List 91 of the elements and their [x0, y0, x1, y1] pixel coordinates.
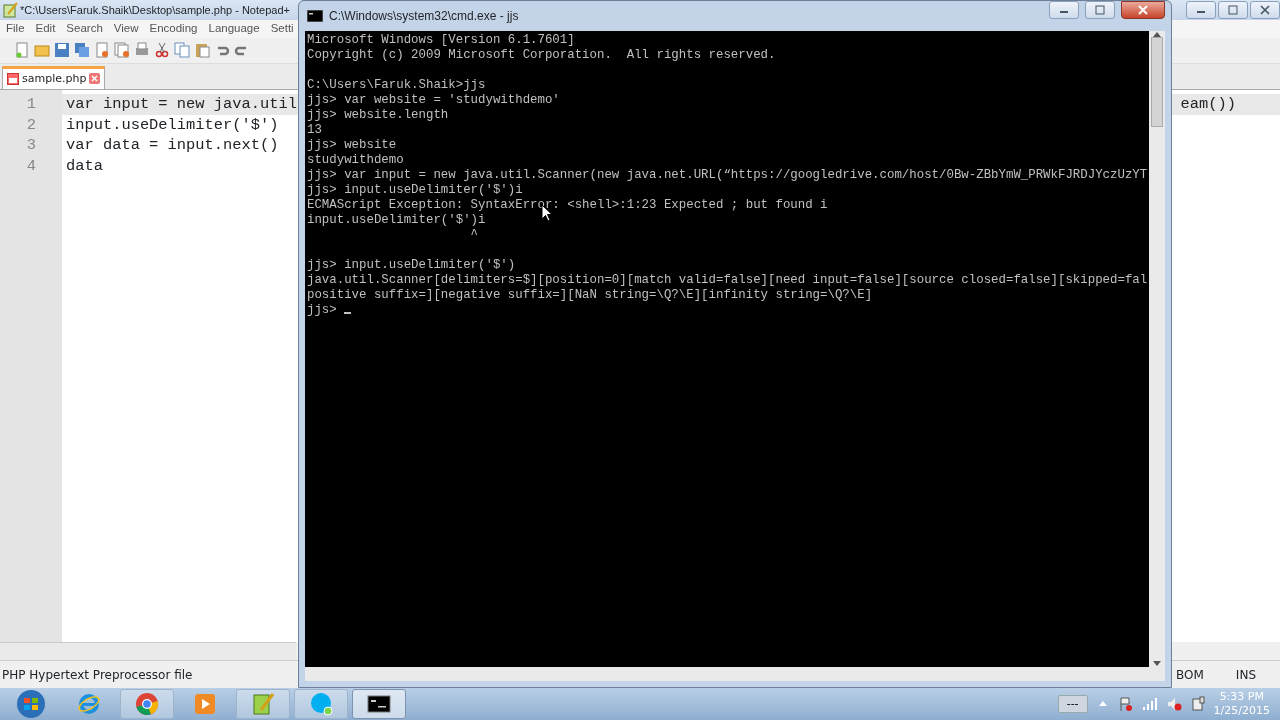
status-text: PHP Hypertext Preprocessor file [2, 666, 193, 684]
cut-icon [154, 42, 170, 59]
device-icon [1189, 695, 1206, 712]
menu-item[interactable]: Setti [270, 20, 294, 38]
status-text: BOM [1176, 666, 1204, 684]
maximize-icon [1228, 5, 1238, 15]
file-tab[interactable]: sample.php [2, 65, 106, 89]
horizontal-scrollbar[interactable] [305, 667, 1165, 681]
close-icon [89, 73, 101, 84]
open-folder-icon [34, 42, 50, 59]
minimize-button[interactable] [1186, 1, 1216, 19]
code-line: input.useDelimiter('$') [66, 115, 279, 134]
console-line: jjs> website.length [307, 108, 449, 122]
close-all-icon [114, 42, 130, 59]
signal-bars-icon [1141, 695, 1158, 712]
tab-close-button[interactable] [89, 70, 101, 87]
close-button[interactable] [1121, 1, 1165, 19]
tray-icon[interactable] [1117, 695, 1134, 713]
close-file-button[interactable] [94, 42, 110, 59]
new-file-icon [14, 42, 30, 59]
copy-button[interactable] [174, 42, 190, 59]
line-number: 3 [26, 136, 36, 155]
flag-x-icon [1117, 695, 1134, 712]
maximize-icon [1095, 5, 1105, 15]
close-icon [1260, 5, 1270, 15]
menu-item[interactable]: File [6, 20, 25, 38]
battery-button[interactable]: --- [1057, 694, 1088, 714]
horizontal-scrollbar[interactable] [0, 642, 296, 660]
tray-icon[interactable] [1141, 695, 1158, 713]
line-number: 2 [26, 115, 36, 134]
code-line: var data = input.next() [66, 136, 279, 155]
scroll-thumb[interactable] [1151, 37, 1163, 127]
console-line: jjs> var input = new java.util.Scanner(new java.net.URL(“https://googledrive.com/host/0Bw-ZBbYmW_PRWkFJRDJYczUzYT [307, 168, 1148, 182]
console-line: ^ [469, 228, 479, 242]
console-line: C:\Users\Faruk.Shaik>jjs [307, 78, 486, 92]
console-icon [367, 692, 391, 716]
minimize-button[interactable] [1049, 1, 1079, 19]
browser-e-icon [77, 692, 101, 716]
window-title: *C:\Users\Faruk.Shaik\Desktop\sample.php - Notepad+ [20, 2, 290, 18]
notepad-app-icon [2, 2, 18, 18]
menu-item[interactable]: Edit [35, 20, 56, 38]
save-all-button[interactable] [74, 42, 90, 59]
text-cursor [344, 312, 352, 314]
code-line: var input = new java.util [66, 95, 297, 113]
status-text: INS [1235, 666, 1256, 684]
save-all-icon [74, 42, 90, 59]
close-file-icon [94, 42, 110, 59]
line-number: 1 [26, 95, 36, 113]
play-icon [193, 692, 217, 716]
new-file-button[interactable] [14, 42, 30, 59]
tray-icon[interactable] [1189, 695, 1206, 713]
menu-item[interactable]: View [113, 20, 139, 38]
console-line: ECMAScript Exception: SyntaxError: <shell>:1:23 Expected ; but found i [307, 198, 828, 212]
line-number: 4 [26, 157, 36, 176]
console-line: jjs> input.useDelimiter('$')i [307, 183, 523, 197]
console-line: jjs> input.useDelimiter('$') [307, 258, 516, 272]
window-title: C:\Windows\system32\cmd.exe - jjs [329, 8, 519, 25]
cut-button[interactable] [154, 42, 170, 59]
open-folder-button[interactable] [34, 42, 50, 59]
close-all-button[interactable] [114, 42, 130, 59]
paste-button[interactable] [194, 42, 210, 59]
console-line: java.util.Scanner[delimiters=$][position=0][match valid=false][need input=false][source closed=false][skipped=fal [307, 273, 1148, 287]
close-button[interactable] [1250, 1, 1280, 19]
copy-icon [174, 42, 190, 59]
code-line: data [66, 157, 103, 176]
menu-item[interactable]: Search [66, 20, 103, 38]
notepad-icon [251, 692, 275, 716]
paste-icon [194, 42, 210, 59]
console-line: jjs> var website = 'studywithdemo' [307, 93, 560, 107]
save-icon [54, 42, 70, 59]
menu-item[interactable]: Language [208, 20, 260, 38]
console-line: positive suffix=][negative suffix=][NaN string=\Q?\E][infinity string=\Q?\E] [307, 288, 873, 302]
console-line: Copyright (c) 2009 Microsoft Corporation. All rights reserved. [307, 48, 776, 62]
vertical-scrollbar[interactable] [1149, 31, 1165, 667]
console-line: input.useDelimiter('$')i [307, 213, 486, 227]
console-app-icon [307, 10, 323, 22]
code-line: eam()) [1180, 94, 1236, 115]
console-line: Microsoft Windows [Version 6.1.7601] [307, 33, 575, 47]
windows-logo-icon [16, 689, 46, 719]
console-line: jjs> [307, 303, 338, 317]
console-line: jjs> website [307, 138, 397, 152]
maximize-button[interactable] [1085, 1, 1115, 19]
console-line: studywithdemo [307, 153, 404, 167]
skype-s-icon [309, 692, 333, 716]
chrome-ball-icon [135, 692, 159, 716]
menu-item[interactable]: Encoding [149, 20, 198, 38]
save-button[interactable] [54, 42, 70, 59]
console-line: 13 [307, 123, 322, 137]
file-icon [7, 72, 19, 85]
close-icon [1138, 5, 1148, 15]
taskbar-button[interactable] [352, 689, 406, 719]
